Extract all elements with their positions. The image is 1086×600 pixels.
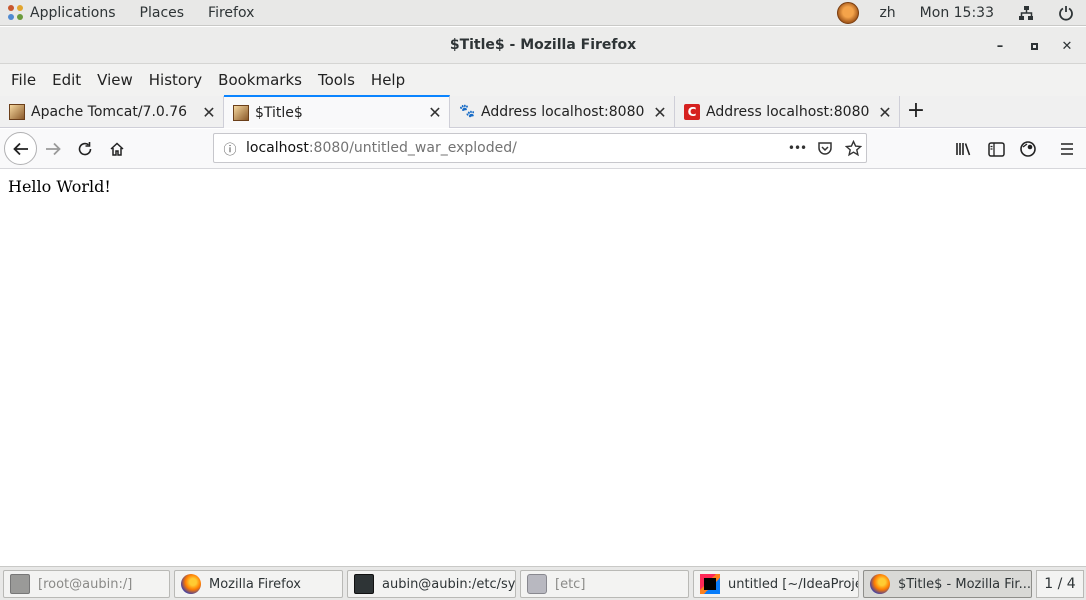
hamburger-menu-icon — [1061, 143, 1073, 155]
tab-address-csdn[interactable]: C Address localhost:8080 is ✕ — [675, 96, 900, 128]
menu-history[interactable]: History — [141, 64, 210, 96]
places-menu[interactable]: Places — [128, 0, 197, 26]
tab-close-icon[interactable]: ✕ — [650, 103, 670, 122]
hello-world-text: Hello World! — [8, 177, 111, 196]
extension-button[interactable] — [1014, 135, 1042, 163]
tab-strip: Apache Tomcat/7.0.76 ✕ $Title$ ✕ 🐾 Addre… — [0, 95, 1086, 128]
tab-close-icon[interactable]: ✕ — [875, 103, 895, 122]
forward-arrow-icon — [46, 142, 61, 156]
clock[interactable]: Mon 15:33 — [906, 0, 1008, 26]
intellij-icon — [700, 574, 720, 594]
url-host: localhost — [246, 140, 309, 156]
menu-bookmarks[interactable]: Bookmarks — [210, 64, 310, 96]
menu-file[interactable]: File — [3, 64, 44, 96]
power-icon[interactable] — [1044, 0, 1086, 26]
bookmark-star-icon[interactable] — [841, 137, 865, 159]
firefox-icon — [181, 574, 201, 594]
task-root-terminal[interactable]: [root@aubin:/] — [3, 570, 170, 598]
page-actions-icon[interactable]: ••• — [785, 137, 809, 159]
tab-label: Address localhost:8080 is — [481, 104, 650, 120]
back-arrow-icon — [12, 142, 28, 155]
firefox-icon — [870, 574, 890, 594]
network-icon[interactable] — [1008, 0, 1044, 26]
input-method-tray[interactable] — [827, 0, 869, 26]
tab-close-icon[interactable]: ✕ — [199, 103, 219, 122]
minimize-button[interactable]: – — [989, 35, 1011, 57]
task-label: untitled [~/IdeaProje... — [728, 576, 858, 592]
new-tab-button[interactable]: + — [904, 100, 928, 124]
terminal-icon — [354, 574, 374, 594]
applications-label: Applications — [30, 4, 116, 21]
tab-address-baidu[interactable]: 🐾 Address localhost:8080 is ✕ — [450, 96, 675, 128]
reload-icon — [78, 142, 92, 156]
tomcat-favicon-icon — [233, 104, 249, 121]
task-intellij[interactable]: untitled [~/IdeaProje... — [693, 570, 859, 598]
file-cabinet-icon — [527, 574, 547, 594]
library-button[interactable] — [950, 135, 978, 163]
sidebar-icon — [987, 141, 1005, 157]
task-label: Mozilla Firefox — [209, 576, 301, 592]
csdn-c-icon: C — [684, 104, 700, 120]
applications-menu[interactable]: Applications — [0, 0, 128, 26]
menu-bar: File Edit View History Bookmarks Tools H… — [0, 64, 1086, 96]
task-label: $Title$ - Mozilla Fir... — [898, 576, 1031, 592]
back-button[interactable] — [4, 132, 37, 165]
input-method-icon — [837, 2, 860, 24]
maximize-button[interactable] — [1023, 35, 1045, 57]
tab-label: $Title$ — [255, 104, 303, 121]
workspace-pager[interactable]: 1 / 4 — [1036, 570, 1084, 598]
forward-button[interactable] — [39, 135, 67, 163]
tomcat-favicon-icon — [9, 104, 25, 120]
task-title-firefox[interactable]: $Title$ - Mozilla Fir... — [863, 570, 1032, 598]
site-info-icon[interactable]: ⓘ — [214, 139, 246, 158]
extension-face-icon — [1020, 141, 1036, 157]
gnome-foot-icon — [8, 4, 24, 21]
tab-label: Address localhost:8080 is — [706, 104, 875, 120]
hamburger-menu-button[interactable] — [1053, 135, 1081, 163]
tab-label: Apache Tomcat/7.0.76 — [31, 104, 188, 120]
menu-tools[interactable]: Tools — [310, 64, 363, 96]
firefox-app-menu[interactable]: Firefox — [196, 0, 266, 26]
task-label: [root@aubin:/] — [38, 576, 133, 592]
url-bar[interactable]: ⓘ localhost:8080/untitled_war_exploded/ … — [213, 133, 867, 163]
page-content: Hello World! — [0, 170, 1086, 566]
home-button[interactable] — [103, 135, 131, 163]
baidu-paw-icon: 🐾 — [459, 104, 476, 119]
tab-title-active[interactable]: $Title$ ✕ — [224, 95, 450, 128]
input-method-label[interactable]: zh — [869, 0, 905, 26]
close-window-button[interactable]: ✕ — [1056, 35, 1078, 57]
window-list-taskbar: [root@aubin:/] Mozilla Firefox aubin@aub… — [0, 566, 1086, 600]
gnome-top-bar: Applications Places Firefox zh Mon 15:33 — [0, 0, 1086, 26]
pocket-icon[interactable] — [813, 137, 837, 159]
task-etc-files[interactable]: [etc] — [520, 570, 689, 598]
task-mozilla-firefox[interactable]: Mozilla Firefox — [174, 570, 343, 598]
tab-tomcat[interactable]: Apache Tomcat/7.0.76 ✕ — [0, 96, 224, 128]
nav-bar: ⓘ localhost:8080/untitled_war_exploded/ … — [0, 129, 1086, 169]
window-title: $Title$ - Mozilla Firefox — [449, 37, 637, 53]
library-icon — [956, 143, 971, 156]
task-label: [etc] — [555, 576, 586, 592]
menu-view[interactable]: View — [89, 64, 141, 96]
task-aubin-terminal[interactable]: aubin@aubin:/etc/sy... — [347, 570, 516, 598]
url-path: :8080/untitled_war_exploded/ — [308, 140, 517, 156]
tab-close-icon[interactable]: ✕ — [425, 103, 445, 122]
menu-help[interactable]: Help — [363, 64, 413, 96]
terminal-icon — [10, 574, 30, 594]
reload-button[interactable] — [71, 135, 99, 163]
sidebar-button[interactable] — [982, 135, 1010, 163]
window-title-bar: $Title$ - Mozilla Firefox – ✕ — [0, 27, 1086, 64]
maximize-icon — [1030, 42, 1038, 50]
menu-edit[interactable]: Edit — [44, 64, 89, 96]
home-icon — [110, 142, 124, 156]
task-label: aubin@aubin:/etc/sy... — [382, 576, 515, 592]
